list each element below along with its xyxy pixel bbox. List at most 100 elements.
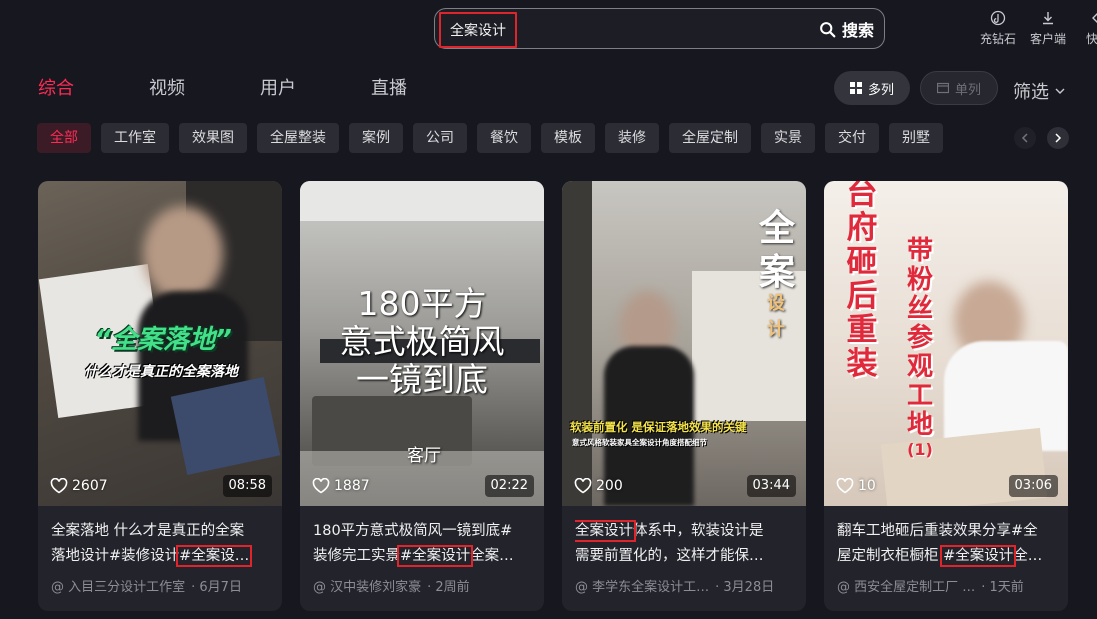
publish-date: · 1天前: [981, 580, 1024, 595]
heart-icon: [574, 478, 592, 494]
tab-all[interactable]: 综合: [38, 76, 74, 102]
overlay-char: 装: [846, 346, 878, 382]
recharge-button[interactable]: 充钻石: [978, 10, 1018, 47]
overlay-caption: 软装前置化 是保证落地效果的关键: [570, 420, 747, 434]
tab-video[interactable]: 视频: [149, 76, 185, 102]
chips-prev-button[interactable]: [1014, 127, 1036, 149]
chip-case[interactable]: 案例: [349, 123, 403, 153]
search-box[interactable]: 全案设计 搜索: [434, 8, 885, 49]
caption-text: 屋定制衣柜橱柜: [837, 548, 944, 564]
chevron-down-icon: [1055, 88, 1065, 94]
heart-icon: [836, 478, 854, 494]
search-button[interactable]: 搜索: [819, 17, 874, 41]
publish-date: · 2周前: [427, 580, 470, 595]
client-label: 客户端: [1029, 32, 1066, 46]
shortcut-button[interactable]: 快捷: [1078, 10, 1097, 47]
overlay-char: 带: [906, 236, 933, 266]
recharge-label: 充钻石: [979, 32, 1016, 46]
overlay-char: 工: [906, 381, 933, 411]
overlay-char: 府: [846, 210, 878, 246]
chip-decoration[interactable]: 装修: [605, 123, 659, 153]
caption-text: 落地设计#装修设计: [51, 548, 180, 564]
filter-button[interactable]: 筛选: [1013, 78, 1065, 104]
likes-count: 200: [574, 478, 623, 494]
result-tabs: 综合 视频 用户 直播: [38, 76, 482, 102]
client-download-button[interactable]: 客户端: [1028, 10, 1068, 47]
chip-catering[interactable]: 餐饮: [477, 123, 531, 153]
overlay-char: 台: [846, 181, 878, 212]
video-caption[interactable]: 180平方意式极简风一镜到底# 装修完工实景#全案设计全案…: [313, 519, 535, 569]
filter-label: 筛选: [1013, 82, 1049, 103]
video-caption[interactable]: 全案设计体系中，软装设计是 需要前置化的，这样才能保…: [575, 519, 797, 569]
chip-rendering[interactable]: 效果图: [179, 123, 247, 153]
overlay-char: 参: [906, 323, 933, 353]
multi-column-button[interactable]: 多列: [834, 71, 911, 105]
author-name[interactable]: @ 汉中装修刘家豪: [313, 580, 421, 595]
video-duration: 08:58: [222, 475, 272, 497]
chip-delivery[interactable]: 交付: [825, 123, 879, 153]
overlay-char: 丝: [906, 294, 933, 324]
overlay-char: (1): [907, 440, 933, 459]
likes-value: 10: [858, 478, 876, 494]
tab-user[interactable]: 用户: [260, 76, 296, 102]
tab-live[interactable]: 直播: [371, 76, 407, 102]
chip-whole-house[interactable]: 全屋整装: [257, 123, 339, 153]
video-caption[interactable]: 翻车工地砸后重装效果分享#全 屋定制衣柜橱柜 #全案设计全…: [837, 519, 1059, 569]
hashtag-link[interactable]: #全案设…: [176, 545, 253, 567]
chip-template[interactable]: 模板: [541, 123, 595, 153]
publish-date: · 3月28日: [715, 580, 775, 595]
hashtag-link[interactable]: #全案设计: [396, 545, 474, 567]
video-card[interactable]: 台 府 砸 后 重 装 带 粉 丝 参 观 工 地 (1) 10 03:06 翻…: [824, 181, 1068, 611]
overlay-char: 粉: [906, 265, 933, 295]
single-column-label: 单列: [955, 82, 982, 98]
overlay-label: 客厅: [407, 446, 441, 466]
caption-text: 全…: [1013, 548, 1043, 564]
caption-text: 体系中，软装设计是: [633, 523, 764, 539]
author-name[interactable]: @ 西安全屋定制工厂 …: [837, 580, 975, 595]
video-thumbnail[interactable]: “全案落地” 什么才是真正的全案落地 2607 08:58: [38, 181, 282, 506]
hashtag-link[interactable]: #全案设计: [940, 545, 1017, 567]
single-column-icon: [937, 82, 950, 94]
overlay-title: 案: [758, 252, 795, 293]
video-duration: 03:06: [1008, 475, 1058, 497]
overlay-char: 后: [846, 278, 878, 314]
overlay-char: 重: [846, 312, 878, 348]
overlay-subtitle: 什么才是真正的全案落地: [84, 364, 238, 380]
chip-real-scene[interactable]: 实景: [761, 123, 815, 153]
video-duration: 03:44: [746, 475, 796, 497]
chip-all[interactable]: 全部: [37, 123, 91, 153]
search-input[interactable]: 全案设计: [439, 12, 517, 48]
chip-custom[interactable]: 全屋定制: [669, 123, 751, 153]
caption-line: 翻车工地砸后重装效果分享#全: [837, 523, 1038, 539]
video-caption[interactable]: 全案落地 什么才是真正的全案 落地设计#装修设计#全案设…: [51, 519, 273, 569]
video-meta: @ 入目三分设计工作室 · 6月7日: [51, 576, 242, 595]
shortcut-icon: [1092, 13, 1097, 23]
author-name[interactable]: @ 李学东全案设计工…: [575, 580, 709, 595]
chip-studio[interactable]: 工作室: [101, 123, 169, 153]
video-thumbnail[interactable]: 全 案 设计 软装前置化 是保证落地效果的关键 意式风格软装家具全案设计角度搭配…: [562, 181, 806, 506]
video-thumbnail[interactable]: 台 府 砸 后 重 装 带 粉 丝 参 观 工 地 (1) 10 03:06: [824, 181, 1068, 506]
heart-icon: [312, 478, 330, 494]
overlay-caption: 意式风格软装家具全案设计角度搭配细节: [572, 438, 707, 447]
chip-villa[interactable]: 别墅: [889, 123, 943, 153]
likes-count: 2607: [50, 478, 108, 494]
author-name[interactable]: @ 入目三分设计工作室: [51, 580, 185, 595]
video-card[interactable]: 全 案 设计 软装前置化 是保证落地效果的关键 意式风格软装家具全案设计角度搭配…: [562, 181, 806, 611]
video-card[interactable]: “全案落地” 什么才是真正的全案落地 2607 08:58 全案落地 什么才是真…: [38, 181, 282, 611]
caption-line: 全案落地 什么才是真正的全案: [51, 523, 245, 539]
chips-next-button[interactable]: [1047, 127, 1069, 149]
overlay-title: “全案落地”: [94, 325, 232, 355]
caption-line: 需要前置化的，这样才能保…: [575, 548, 764, 564]
chip-company[interactable]: 公司: [413, 123, 467, 153]
overlay-subtitle: 一镜到底: [356, 360, 488, 399]
overlay-title-column: 带 粉 丝 参 观 工 地 (1): [900, 237, 940, 460]
view-toggle: 多列 单列: [834, 71, 999, 105]
caption-line: 180平方意式极简风一镜到底#: [313, 523, 513, 539]
overlay-char: 砸: [846, 244, 878, 280]
overlay-char: 地: [906, 410, 933, 440]
hashtag-link[interactable]: 全案设计: [575, 520, 636, 542]
single-column-button[interactable]: 单列: [920, 71, 999, 105]
category-chips: 全部 工作室 效果图 全屋整装 案例 公司 餐饮 模板 装修 全屋定制 实景 交…: [37, 123, 1047, 153]
video-card[interactable]: 180平方 意式极简风 一镜到底 客厅 1887 02:22 180平方意式极简…: [300, 181, 544, 611]
video-thumbnail[interactable]: 180平方 意式极简风 一镜到底 客厅 1887 02:22: [300, 181, 544, 506]
